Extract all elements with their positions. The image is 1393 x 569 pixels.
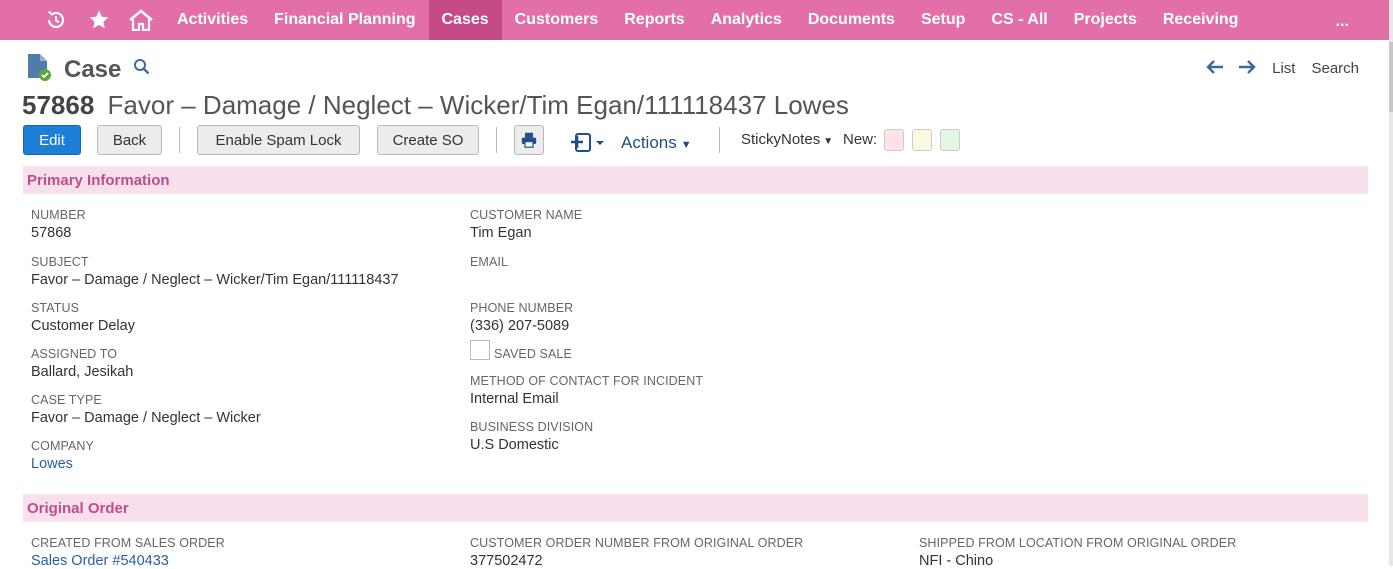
back-button[interactable]: Back [97,125,162,155]
page-scrollbar[interactable] [1389,0,1393,566]
field-value: Tim Egan [470,225,532,241]
nav-customers[interactable]: Customers [502,0,612,40]
chevron-down-icon: ▼ [680,139,692,151]
field-case-type: CASE TYPE Favor – Damage / Neglect – Wic… [31,393,261,426]
field-value: Ballard, Jesikah [31,364,134,380]
nav-projects[interactable]: Projects [1061,0,1150,40]
search-icon[interactable] [133,58,151,81]
record-type-title: Case [64,55,122,83]
field-value: (336) 207-5089 [470,318,570,334]
new-pink-note[interactable] [884,129,904,151]
sticky-notes-menu[interactable]: StickyNotes ▼ [741,131,833,148]
more-menu-button[interactable]: ... [1336,0,1349,44]
field-assigned-to: ASSIGNED TO Ballard, Jesikah [31,347,133,380]
original-order-header[interactable]: Original Order [23,494,1368,522]
sales-order-link[interactable]: Sales Order #540433 [31,553,225,569]
field-label: METHOD OF CONTACT FOR INCIDENT [470,374,704,388]
recent-history-icon[interactable] [34,9,78,31]
field-label: COMPANY [31,439,94,453]
field-number: NUMBER 57868 [31,208,86,241]
print-button[interactable] [514,125,544,155]
create-so-button[interactable]: Create SO [377,125,479,155]
actions-label: Actions [621,133,677,152]
nav-reports[interactable]: Reports [611,0,697,40]
new-document-icon [571,133,604,152]
top-navigation: Activities Financial Planning Cases Cust… [0,0,1389,40]
field-subject: SUBJECT Favor – Damage / Neglect – Wicke… [31,255,399,288]
saved-sale-checkbox[interactable] [470,340,490,360]
field-value: Favor – Damage / Neglect – Wicker [31,410,261,426]
scrollbar-thumb[interactable] [1389,42,1393,112]
print-icon [521,132,537,148]
field-label: CREATED FROM SALES ORDER [31,536,225,550]
nav-analytics[interactable]: Analytics [698,0,795,40]
field-value: 57868 [31,225,72,241]
field-value: NFI - Chino [919,553,994,569]
field-value: Favor – Damage / Neglect – Wicker/Tim Eg… [31,272,399,288]
field-business-division: BUSINESS DIVISION U.S Domestic [470,420,593,453]
case-subject-title: Favor – Damage / Neglect – Wicker/Tim Eg… [107,90,849,120]
nav-setup[interactable]: Setup [908,0,978,40]
toolbar-divider [496,127,497,153]
nav-documents[interactable]: Documents [795,0,908,40]
field-label: NUMBER [31,208,86,222]
search-link[interactable]: Search [1311,60,1359,77]
field-value: 377502472 [470,553,543,569]
field-contact-method: METHOD OF CONTACT FOR INCIDENT Internal … [470,374,703,407]
nav-activities[interactable]: Activities [164,0,261,40]
enable-spam-lock-button[interactable]: Enable Spam Lock [197,125,360,155]
field-label: PHONE NUMBER [470,301,574,315]
case-document-icon [24,52,54,87]
field-created-from-sales-order: CREATED FROM SALES ORDER Sales Order #54… [31,536,225,569]
field-label: SHIPPED FROM LOCATION FROM ORIGINAL ORDE… [919,536,1237,550]
toolbar-divider [719,127,720,153]
new-green-note[interactable] [940,129,960,151]
field-label: CUSTOMER ORDER NUMBER FROM ORIGINAL ORDE… [470,536,804,550]
toolbar-divider [179,127,180,153]
field-email: EMAIL [470,255,508,272]
edit-button[interactable]: Edit [23,125,81,155]
previous-record-icon[interactable] [1206,57,1224,80]
nav-receiving[interactable]: Receiving [1150,0,1252,40]
field-label: CASE TYPE [31,393,102,407]
primary-information-header[interactable]: Primary Information [23,166,1368,194]
field-label: BUSINESS DIVISION [470,420,594,434]
field-value: Customer Delay [31,318,135,334]
new-note-label: New: [843,131,878,148]
field-phone-number: PHONE NUMBER (336) 207-5089 [470,301,573,334]
list-link[interactable]: List [1272,60,1295,77]
nav-cs-all[interactable]: CS - All [978,0,1060,40]
nav-cases[interactable]: Cases [428,0,502,40]
field-shipped-from-location: SHIPPED FROM LOCATION FROM ORIGINAL ORDE… [919,536,1236,569]
chevron-down-icon: ▼ [823,136,834,147]
sticky-notes-label: StickyNotes [741,131,821,148]
home-icon[interactable] [120,9,162,31]
field-label: ASSIGNED TO [31,347,118,361]
new-yellow-note[interactable] [912,129,932,151]
field-label: CUSTOMER NAME [470,208,583,222]
record-navigation: List Search [1192,57,1359,80]
section-title: Primary Information [27,172,170,189]
field-customer-name: CUSTOMER NAME Tim Egan [470,208,582,241]
field-value: U.S Domestic [470,437,559,453]
field-label: EMAIL [470,255,509,269]
field-label: SAVED SALE [494,347,572,361]
add-new-menu-button[interactable] [569,131,605,158]
field-saved-sale: SAVED SALE [494,347,572,361]
section-title: Original Order [27,500,129,517]
actions-menu-button[interactable]: Actions ▼ [621,133,692,153]
field-label: SUBJECT [31,255,89,269]
record-header: Case [24,52,151,87]
star-icon[interactable] [78,9,120,31]
field-value: Internal Email [470,391,559,407]
field-company: COMPANY Lowes [31,439,94,472]
field-label: STATUS [31,301,80,315]
company-link[interactable]: Lowes [31,456,94,472]
next-record-icon[interactable] [1238,57,1256,80]
case-number-title: 57868 [22,90,95,120]
nav-financial-planning[interactable]: Financial Planning [261,0,428,40]
field-status: STATUS Customer Delay [31,301,135,334]
field-customer-order-number: CUSTOMER ORDER NUMBER FROM ORIGINAL ORDE… [470,536,803,569]
page-title: 57868 Favor – Damage / Neglect – Wicker/… [22,90,849,121]
